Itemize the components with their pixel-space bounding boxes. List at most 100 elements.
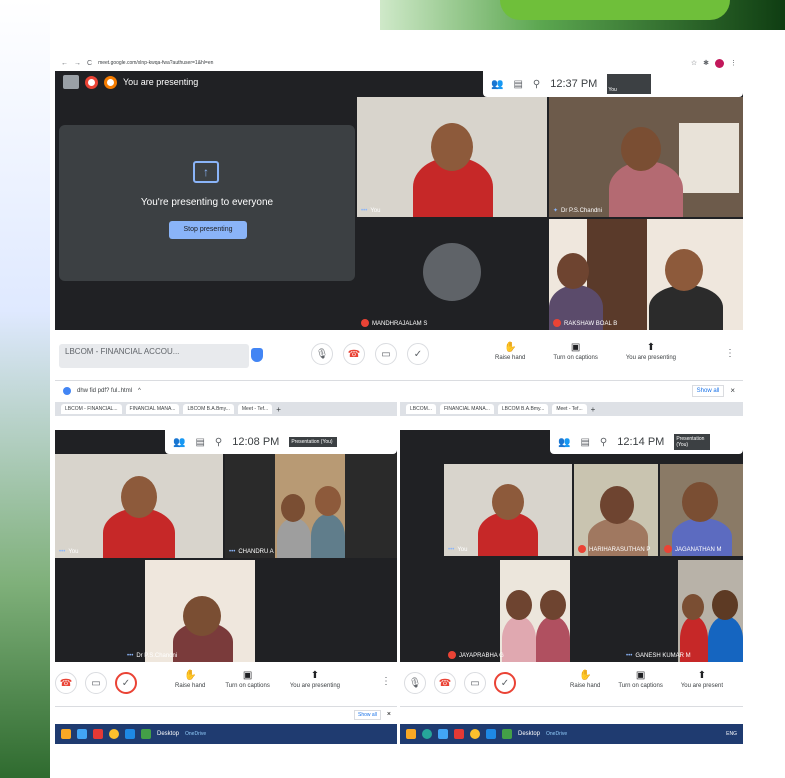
- file-explorer-icon[interactable]: [61, 729, 71, 739]
- raise-hand-button[interactable]: ✋ Raise hand: [175, 670, 205, 689]
- stop-presenting-button[interactable]: Stop presenting: [169, 221, 247, 239]
- word-icon[interactable]: [125, 729, 135, 739]
- end-call-button[interactable]: ☎: [343, 343, 365, 365]
- people-icon[interactable]: 👥: [173, 437, 185, 448]
- mic-button[interactable]: 🎙: [311, 343, 333, 365]
- presenting-button[interactable]: ⬆ You are presenting: [290, 670, 340, 689]
- raise-hand-button[interactable]: ✋ Raise hand: [570, 670, 600, 689]
- tile-name: ••• CHANDRU A: [229, 549, 274, 555]
- check-button[interactable]: ✓: [494, 672, 516, 694]
- activities-icon[interactable]: ⚲: [533, 79, 540, 90]
- participant-head: [121, 476, 157, 518]
- browser-tab[interactable]: FINANCIAL MANA...: [125, 404, 180, 414]
- chrome-icon[interactable]: [109, 729, 119, 739]
- extensions-icon[interactable]: ✱: [703, 59, 709, 67]
- meet-control-bar: 🎙 ☎ ▭ ✓ ✋ Raise hand ▣ Turn on captions ⬆ Y…: [400, 662, 743, 706]
- taskbar-desktop[interactable]: Desktop: [518, 731, 540, 737]
- browser-tab[interactable]: Meet - Tef...: [237, 404, 273, 414]
- browser-tab[interactable]: LBCOM...: [406, 404, 436, 414]
- back-icon[interactable]: ←: [61, 60, 68, 67]
- camera-button[interactable]: ▭: [464, 672, 486, 694]
- chat-icon[interactable]: ▤: [513, 79, 522, 90]
- mic-button[interactable]: 🎙: [404, 672, 426, 694]
- tile-name: JAYAPRABHA G: [448, 651, 504, 659]
- end-call-button[interactable]: ☎: [434, 672, 456, 694]
- captions-button[interactable]: ▣ Turn on captions: [553, 342, 597, 361]
- app-icon[interactable]: [454, 729, 464, 739]
- chevron-up-icon[interactable]: ^: [138, 388, 141, 394]
- tile-name: ••• You: [59, 549, 79, 555]
- participant-figure: [708, 616, 743, 662]
- chat-icon[interactable]: ▤: [580, 437, 589, 448]
- people-icon[interactable]: 👥: [558, 437, 570, 448]
- word-icon[interactable]: [486, 729, 496, 739]
- check-button[interactable]: ✓: [407, 343, 429, 365]
- video-tile-mandhrajalam: MANDHRAJALAM S: [357, 219, 547, 330]
- file-explorer-icon[interactable]: [406, 729, 416, 739]
- browser-tabs: LBCOM - FINANCIAL... FINANCIAL MANA... L…: [55, 402, 397, 416]
- present-icon: ⬆: [310, 670, 320, 681]
- onedrive-label[interactable]: OneDrive: [546, 731, 567, 737]
- show-all-link[interactable]: Show all: [354, 709, 381, 720]
- shield-icon[interactable]: [251, 348, 263, 362]
- chrome-icon[interactable]: [470, 729, 480, 739]
- presenting-card: ↑ You're presenting to everyone Stop pre…: [59, 125, 355, 281]
- top-info-pill: 👥 ▤ ⚲ 12:14 PM Presentation (You): [550, 430, 743, 454]
- video-tile-chandru: ••• CHANDRU A: [225, 454, 397, 558]
- browser-tab[interactable]: LBCOM - FINANCIAL...: [61, 404, 122, 414]
- raise-hand-button[interactable]: ✋ Raise hand: [495, 342, 525, 361]
- browser-tab[interactable]: LBCOM B.A.Bmy...: [183, 404, 234, 414]
- close-icon[interactable]: ×: [730, 386, 735, 395]
- captions-button[interactable]: ▣ Turn on captions: [618, 670, 662, 689]
- chat-icon[interactable]: ▤: [195, 437, 204, 448]
- browser-tab[interactable]: Meet - Tef...: [552, 404, 587, 414]
- people-icon[interactable]: 👥: [491, 79, 503, 90]
- close-icon[interactable]: ×: [387, 711, 391, 718]
- participant-figure: [277, 518, 311, 558]
- show-all-link[interactable]: Show all: [691, 384, 725, 397]
- reload-icon[interactable]: C: [87, 60, 92, 67]
- language-indicator[interactable]: ENG: [726, 731, 737, 737]
- camera-button[interactable]: ▭: [375, 343, 397, 365]
- star-icon[interactable]: ☆: [691, 59, 697, 67]
- edge-icon[interactable]: [422, 729, 432, 739]
- new-tab-icon[interactable]: +: [276, 405, 281, 414]
- taskbar-desktop[interactable]: Desktop: [157, 731, 179, 737]
- more-options-icon[interactable]: ⋮: [725, 348, 735, 359]
- avatar: [423, 243, 481, 301]
- taskbar-tab-preview[interactable]: LBCOM - FINANCIAL ACCOU...: [59, 344, 249, 368]
- app-icon[interactable]: [93, 729, 103, 739]
- end-call-button[interactable]: ☎: [55, 672, 77, 694]
- browser-tab[interactable]: LBCOM B.A.Bmy...: [497, 404, 549, 414]
- url-text[interactable]: meet.google.com/xlnp-kwqa-fwa?authuser=1…: [98, 60, 213, 66]
- participant-head: [682, 482, 718, 522]
- forward-icon[interactable]: →: [74, 60, 81, 67]
- mail-icon[interactable]: [77, 729, 87, 739]
- captions-icon: ▣: [635, 670, 646, 681]
- more-options-icon[interactable]: ⋮: [381, 676, 391, 687]
- video-tile-hariharasuthan: HARIHARASUTHAN P: [574, 464, 658, 556]
- activities-icon[interactable]: ⚲: [215, 437, 222, 448]
- profile-avatar[interactable]: [715, 58, 724, 68]
- download-file-name[interactable]: dhw fid pdf? ful..html: [77, 388, 132, 394]
- presenting-button[interactable]: ⬆ You are presenting: [626, 342, 676, 361]
- check-button[interactable]: ✓: [115, 672, 137, 694]
- self-thumb[interactable]: You: [607, 74, 652, 94]
- activities-icon[interactable]: ⚲: [600, 437, 607, 448]
- captions-button[interactable]: ▣ Turn on captions: [225, 670, 269, 689]
- excel-icon[interactable]: [502, 729, 512, 739]
- menu-dots-icon[interactable]: ⋮: [730, 59, 737, 67]
- onedrive-label[interactable]: OneDrive: [185, 731, 206, 737]
- video-tile-ganesh-kumar: ••• GANESH KUMAR M: [618, 560, 743, 662]
- browser-tab[interactable]: FINANCIAL MANA...: [439, 404, 494, 414]
- new-tab-icon[interactable]: +: [591, 405, 596, 414]
- excel-icon[interactable]: [141, 729, 151, 739]
- mail-icon[interactable]: [438, 729, 448, 739]
- camera-button[interactable]: ▭: [85, 672, 107, 694]
- app-icon[interactable]: [63, 75, 79, 89]
- record-icon[interactable]: [85, 75, 98, 89]
- tab-title: LBCOM - FINANCIAL ACCOU...: [65, 347, 180, 356]
- record-icon-2[interactable]: [104, 75, 117, 89]
- presenting-button[interactable]: ⬆ You are present: [681, 670, 723, 689]
- tile-name: ••• You: [361, 208, 381, 214]
